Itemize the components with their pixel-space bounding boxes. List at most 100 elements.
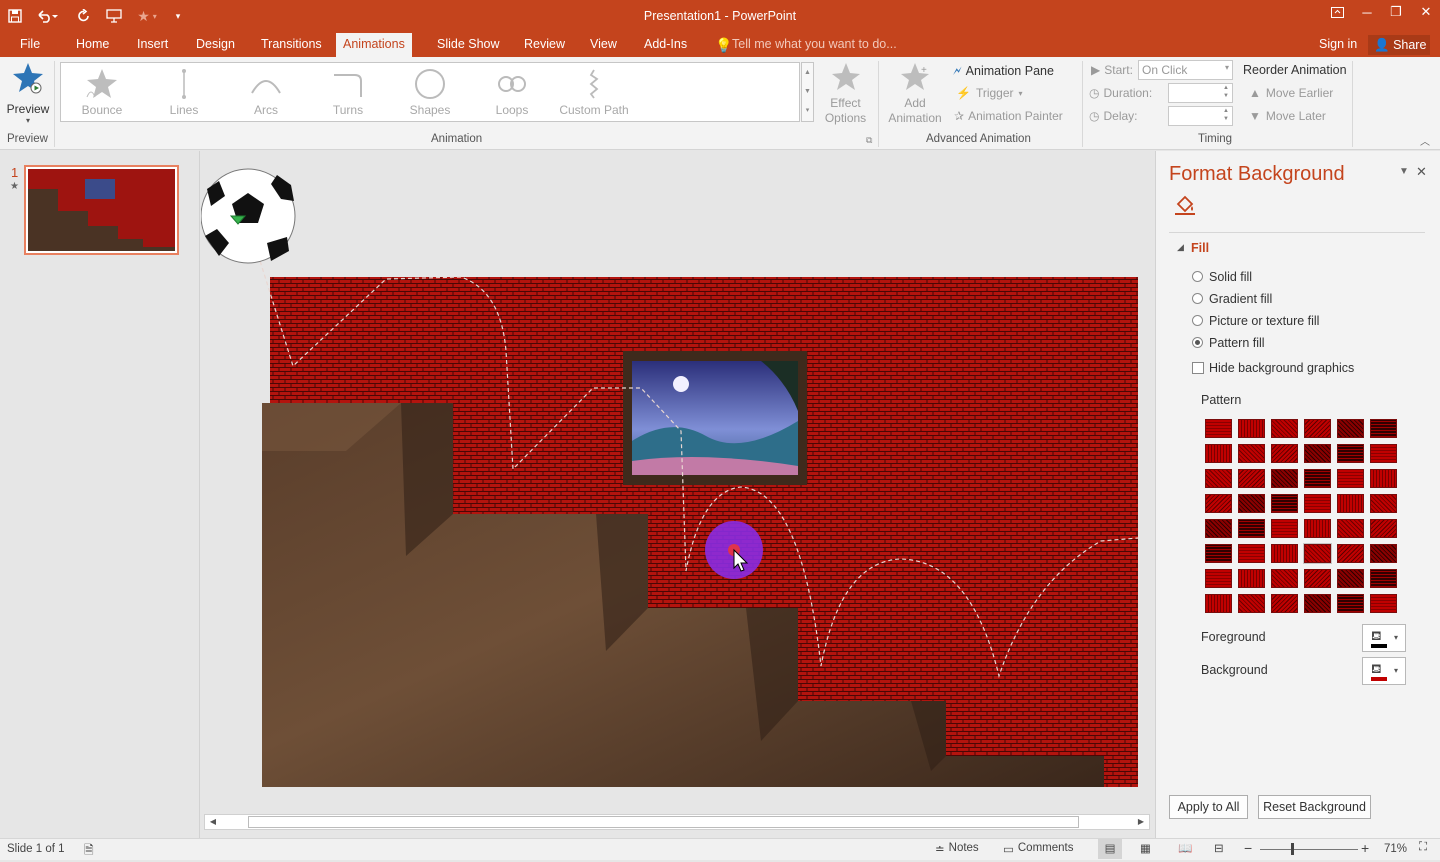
slide-canvas[interactable] xyxy=(201,151,1154,813)
tab-slide-show[interactable]: Slide Show xyxy=(431,33,506,57)
tab-home[interactable]: Home xyxy=(70,33,115,57)
slide-thumbnail[interactable] xyxy=(24,165,179,255)
pattern-swatch[interactable] xyxy=(1205,594,1232,613)
pattern-swatch[interactable] xyxy=(1337,444,1364,463)
tab-design[interactable]: Design xyxy=(190,33,241,57)
framed-landscape-picture[interactable] xyxy=(623,351,807,485)
pane-options-icon[interactable]: ▼ xyxy=(1399,166,1409,177)
scroll-left-icon[interactable]: ◀ xyxy=(206,815,220,829)
gallery-arcs[interactable]: Arcs xyxy=(231,67,301,119)
pattern-swatch[interactable] xyxy=(1304,519,1331,538)
pattern-swatch[interactable] xyxy=(1370,469,1397,488)
normal-view-icon[interactable]: ▤ xyxy=(1098,839,1122,859)
tab-view[interactable]: View xyxy=(584,33,623,57)
pattern-swatch[interactable] xyxy=(1337,544,1364,563)
dialog-launcher-icon[interactable]: ⧉ xyxy=(866,135,872,146)
gallery-lines[interactable]: Lines xyxy=(149,67,219,119)
pattern-swatch[interactable] xyxy=(1205,469,1232,488)
collapse-ribbon-icon[interactable]: ︿ xyxy=(1420,133,1430,148)
pattern-swatch[interactable] xyxy=(1238,444,1265,463)
pattern-swatch[interactable] xyxy=(1205,494,1232,513)
pattern-swatch[interactable] xyxy=(1205,569,1232,588)
pattern-swatch[interactable] xyxy=(1238,594,1265,613)
tab-animations[interactable]: Animations xyxy=(336,33,412,57)
pattern-swatch[interactable] xyxy=(1337,469,1364,488)
tab-review[interactable]: Review xyxy=(518,33,571,57)
pattern-fill-radio[interactable] xyxy=(1192,337,1203,348)
scrollbar-thumb[interactable] xyxy=(248,816,1079,828)
fill-bucket-icon[interactable] xyxy=(1173,192,1197,219)
gallery-scrollbar[interactable]: ▲ ▼ ▾ xyxy=(801,62,814,122)
hide-graphics-label[interactable]: Hide background graphics xyxy=(1209,361,1354,375)
pattern-swatch[interactable] xyxy=(1303,543,1332,564)
picture-fill-radio[interactable] xyxy=(1192,315,1203,326)
sign-in-link[interactable]: Sign in xyxy=(1313,33,1363,57)
tab-file[interactable]: File xyxy=(14,33,46,57)
reset-background-button[interactable]: Reset Background xyxy=(1258,795,1371,819)
minimize-icon[interactable]: ─ xyxy=(1352,0,1382,24)
solid-fill-label[interactable]: Solid fill xyxy=(1209,270,1252,284)
preview-button[interactable]: Preview ▾ xyxy=(6,61,50,129)
slide-sorter-icon[interactable]: ▦ xyxy=(1140,841,1151,855)
scroll-right-icon[interactable]: ▶ xyxy=(1134,815,1148,829)
pattern-swatch[interactable] xyxy=(1337,419,1364,438)
hide-graphics-checkbox[interactable] xyxy=(1192,362,1204,374)
spellcheck-icon[interactable]: 🗎 xyxy=(84,841,94,862)
notes-button[interactable]: ≐ Notes xyxy=(935,842,979,856)
fill-section-header[interactable]: Fill xyxy=(1191,241,1209,255)
gradient-fill-radio[interactable] xyxy=(1192,293,1203,304)
fit-slide-icon[interactable]: ⛶ xyxy=(1419,841,1427,854)
tab-insert[interactable]: Insert xyxy=(131,33,174,57)
share-button[interactable]: 👤 Share xyxy=(1368,35,1430,55)
pattern-swatch[interactable] xyxy=(1370,419,1397,438)
pattern-swatch[interactable] xyxy=(1205,519,1232,538)
pattern-swatch[interactable] xyxy=(1337,519,1364,538)
pattern-swatch[interactable] xyxy=(1271,594,1298,613)
pattern-swatch[interactable] xyxy=(1238,419,1265,438)
restore-icon[interactable]: ❐ xyxy=(1381,0,1411,24)
pattern-swatch[interactable] xyxy=(1205,419,1232,438)
pattern-swatch[interactable] xyxy=(1304,494,1331,513)
pattern-swatch[interactable] xyxy=(1370,494,1397,513)
pattern-swatch[interactable] xyxy=(1238,494,1265,513)
zoom-level[interactable]: 71% xyxy=(1384,843,1407,855)
delay-spinner[interactable]: ▲ ▼ xyxy=(1168,106,1233,126)
pane-close-icon[interactable]: ✕ xyxy=(1416,164,1427,180)
pattern-swatch[interactable] xyxy=(1337,494,1364,513)
pattern-swatch[interactable] xyxy=(1238,544,1265,563)
apply-to-all-button[interactable]: Apply to All xyxy=(1169,795,1248,819)
pattern-swatch[interactable] xyxy=(1337,594,1364,613)
pattern-swatch[interactable] xyxy=(1271,519,1298,538)
horizontal-scrollbar[interactable]: ◀ ▶ xyxy=(204,814,1150,830)
foreground-color-button[interactable]: ⛾ ▾ xyxy=(1362,624,1406,652)
pattern-swatch[interactable] xyxy=(1271,469,1298,488)
pattern-swatch[interactable] xyxy=(1304,444,1331,463)
pattern-swatch[interactable] xyxy=(1370,594,1397,613)
pattern-swatch[interactable] xyxy=(1271,494,1298,513)
gallery-custom-path[interactable]: Custom Path xyxy=(559,67,629,119)
duration-spinner[interactable]: ▲ ▼ xyxy=(1168,83,1233,103)
gallery-bounce[interactable]: Bounce xyxy=(67,67,137,119)
comments-button[interactable]: ▭ Comments xyxy=(1003,842,1073,856)
pattern-swatch[interactable] xyxy=(1205,444,1232,463)
pattern-swatch[interactable] xyxy=(1271,569,1298,588)
gallery-loops[interactable]: Loops xyxy=(477,67,547,119)
pattern-swatch[interactable] xyxy=(1370,519,1397,538)
pattern-swatch[interactable] xyxy=(1337,569,1364,588)
pattern-swatch[interactable] xyxy=(1271,544,1298,563)
soccer-ball[interactable] xyxy=(201,168,296,264)
reading-view-icon[interactable]: 📖 xyxy=(1178,841,1192,855)
move-later-button[interactable]: ▼ Move Later xyxy=(1249,109,1326,123)
animation-painter-button[interactable]: ✰ Animation Painter xyxy=(954,109,1063,123)
ribbon-display-icon[interactable] xyxy=(1322,0,1352,24)
zoom-in-icon[interactable]: + xyxy=(1361,840,1369,856)
pattern-swatch[interactable] xyxy=(1238,569,1265,588)
pattern-swatch[interactable] xyxy=(1238,519,1265,538)
collapse-triangle-icon[interactable]: ◢ xyxy=(1177,242,1184,253)
zoom-out-icon[interactable]: − xyxy=(1244,840,1252,856)
effect-options-button[interactable]: Effect Options xyxy=(818,61,873,133)
pattern-swatch[interactable] xyxy=(1304,469,1331,488)
trigger-button[interactable]: ⚡ Trigger ▾ xyxy=(956,86,1023,100)
pattern-swatch[interactable] xyxy=(1370,569,1397,588)
background-color-button[interactable]: ⛾ ▾ xyxy=(1362,657,1406,685)
